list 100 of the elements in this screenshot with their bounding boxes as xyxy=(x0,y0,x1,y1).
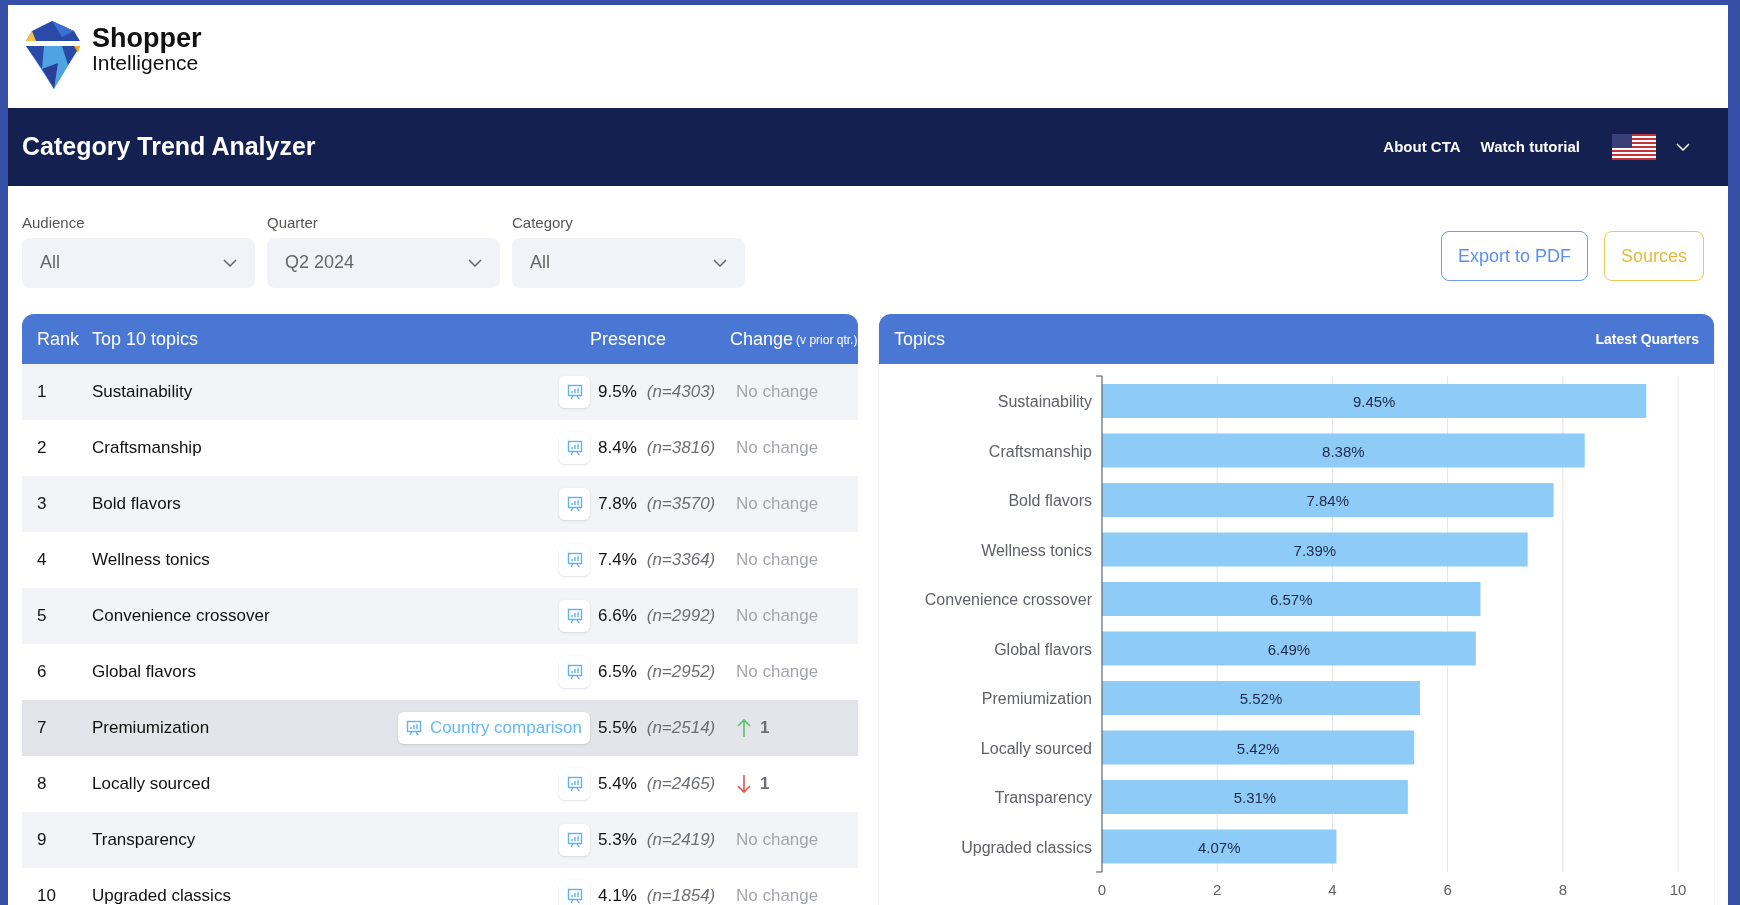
country-comparison-button[interactable] xyxy=(559,824,590,856)
change-text: No change xyxy=(736,381,819,404)
brand-name: Shopper xyxy=(92,25,202,52)
nav-link[interactable]: About CTA xyxy=(1383,135,1461,159)
x-tick-label: 10 xyxy=(1669,881,1687,898)
chevron-down-icon xyxy=(1676,143,1690,151)
bar[interactable] xyxy=(1102,730,1415,765)
table-row[interactable]: 5 Convenience crossover 6.6% (n=2992) No change xyxy=(22,588,858,644)
category-label: Upgraded classics xyxy=(961,838,1092,856)
sample-size: (n=1854) xyxy=(646,885,716,905)
rank-cell-text: 8 xyxy=(36,773,48,796)
presentation-chart-icon xyxy=(566,552,583,568)
bar-value-label: 7.84% xyxy=(1306,492,1350,509)
table-row[interactable]: 1 Sustainability 9.5% (n=4303) No change xyxy=(22,364,858,420)
table-row[interactable]: 7 Premiumization Country comparison 5.5% (n=2514) 1 xyxy=(22,700,858,756)
filter-label: Category xyxy=(512,213,574,233)
presence-value: 4.1% xyxy=(598,885,637,905)
column-header: Rank xyxy=(36,327,81,351)
category-label: Premiumization xyxy=(981,690,1092,707)
rank-cell-text: 3 xyxy=(36,493,48,516)
rank-cell-text: 9 xyxy=(36,829,48,852)
sample-size: (n=2419) xyxy=(646,829,716,852)
category-label: Locally sourced xyxy=(980,739,1092,757)
bar-value-label: 8.38% xyxy=(1322,442,1365,460)
category-label: Wellness tonics xyxy=(981,541,1092,559)
rank-cell-text: 1 xyxy=(36,381,48,404)
topic-cell-text: Convenience crossover xyxy=(92,605,270,628)
bar-value-label: 7.39% xyxy=(1293,541,1337,559)
change-text: No change xyxy=(736,437,819,460)
filter-select[interactable]: Q2 2024 xyxy=(267,237,500,288)
nav-link[interactable]: Watch tutorial xyxy=(1480,135,1580,159)
topic-cell-text: Locally sourced xyxy=(92,773,211,796)
column-header: Presence xyxy=(590,327,668,351)
filter-select[interactable]: All xyxy=(22,237,255,288)
presence-value: 5.4% xyxy=(598,773,637,796)
chevron-down-icon xyxy=(468,258,482,267)
sample-size: (n=2992) xyxy=(646,605,716,628)
presentation-chart-icon xyxy=(566,440,583,456)
category-label: Bold flavors xyxy=(1008,492,1092,509)
presence-value: 9.5% xyxy=(598,381,637,404)
change-value: 1 xyxy=(760,773,770,796)
country-comparison-button[interactable] xyxy=(559,880,590,905)
table-row[interactable]: 9 Transparency 5.3% (n=2419) No change xyxy=(22,812,858,868)
rank-cell-text: 4 xyxy=(36,549,48,572)
change-text: No change xyxy=(736,549,819,572)
presence-value: 8.4% xyxy=(598,437,637,460)
bar-value-label: 5.42% xyxy=(1236,739,1280,757)
arrow-up-icon xyxy=(736,718,752,738)
arrow-down-icon xyxy=(736,774,752,794)
country-comparison-button[interactable] xyxy=(559,432,590,464)
topic-cell-text: Sustainability xyxy=(92,381,193,404)
x-tick-label: 6 xyxy=(1443,881,1452,898)
category-label: Global flavors xyxy=(994,640,1092,658)
column-note: (v prior qtr.) xyxy=(796,332,858,349)
table-row[interactable]: 3 Bold flavors 7.8% (n=3570) No change xyxy=(22,476,858,532)
presence-value: 6.6% xyxy=(598,605,637,628)
bar-value-label: 4.07% xyxy=(1197,838,1241,856)
bar[interactable] xyxy=(1102,532,1528,567)
bar[interactable] xyxy=(1102,780,1408,814)
bar[interactable] xyxy=(1102,631,1476,666)
bar-value-label: 6.49% xyxy=(1267,640,1311,658)
presence-value: 5.5% xyxy=(598,717,637,740)
x-tick-label: 4 xyxy=(1328,881,1337,898)
filter-label: Audience xyxy=(22,213,86,233)
change-text: No change xyxy=(736,661,819,684)
sample-size: (n=2952) xyxy=(646,661,716,684)
country-comparison-button[interactable] xyxy=(559,488,590,520)
topic-cell-text: Bold flavors xyxy=(92,493,181,516)
rank-cell-text: 2 xyxy=(36,437,48,460)
category-label: Transparency xyxy=(994,789,1092,806)
presence-value: 6.5% xyxy=(598,661,637,684)
topic-cell-text: Premiumization xyxy=(92,717,210,740)
country-comparison-button[interactable] xyxy=(559,600,590,632)
change-value: 1 xyxy=(760,717,770,740)
country-comparison-button[interactable] xyxy=(559,768,590,800)
chevron-down-icon xyxy=(713,258,727,267)
sample-size: (n=2465) xyxy=(646,773,716,796)
bar[interactable] xyxy=(1102,433,1585,468)
topic-cell-text: Upgraded classics xyxy=(92,885,231,905)
filter-select[interactable]: All xyxy=(512,237,745,288)
flag-icon[interactable] xyxy=(1612,134,1656,160)
presentation-chart-icon xyxy=(566,384,583,400)
category-label: Convenience crossover xyxy=(924,591,1092,608)
presence-value: 7.8% xyxy=(598,493,637,516)
country-comparison-button[interactable] xyxy=(559,544,590,576)
presentation-chart-icon xyxy=(566,496,583,512)
country-comparison-button[interactable] xyxy=(559,376,590,408)
bar[interactable] xyxy=(1102,829,1337,864)
topic-cell-text: Wellness tonics xyxy=(92,549,210,572)
chevron-down-icon xyxy=(223,258,237,267)
presentation-chart-icon xyxy=(566,776,583,792)
bar[interactable] xyxy=(1102,681,1420,715)
country-comparison-button[interactable] xyxy=(559,656,590,688)
rank-cell-text: 10 xyxy=(36,885,57,905)
x-tick-label: 0 xyxy=(1097,881,1107,898)
presence-value: 7.4% xyxy=(598,549,637,572)
presentation-chart-icon xyxy=(566,664,583,680)
latest-quarters-link[interactable]: Latest Quarters xyxy=(1595,328,1699,350)
topic-cell-text: Craftsmanship xyxy=(92,437,202,460)
x-tick-label: 2 xyxy=(1213,881,1222,898)
